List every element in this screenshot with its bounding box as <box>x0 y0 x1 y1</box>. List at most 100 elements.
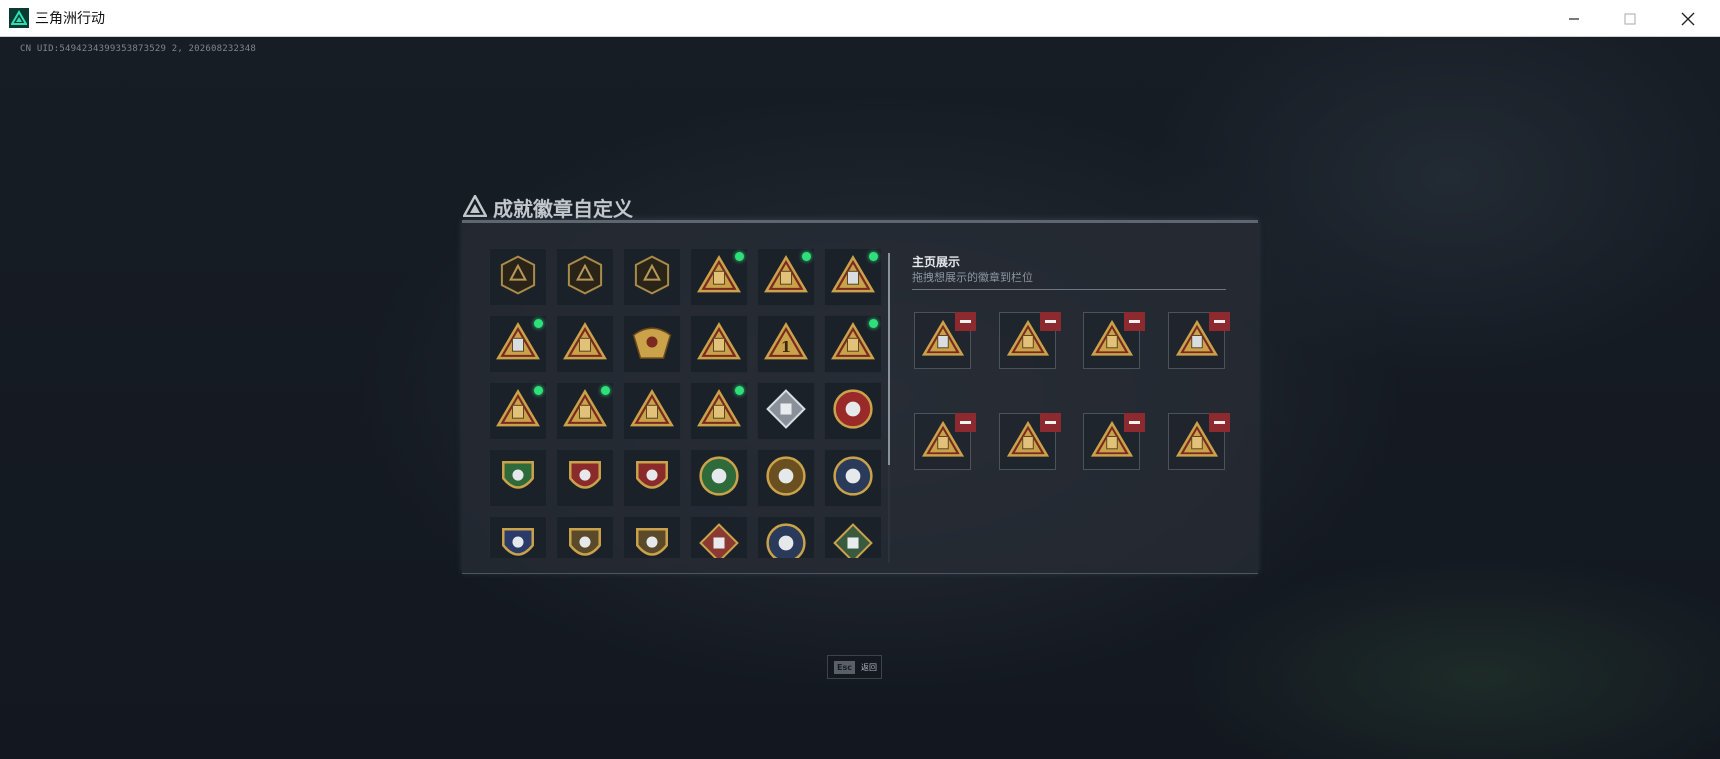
uid-label: CN UID:5494234399353873529 2, 2026082323… <box>20 44 256 54</box>
badge-cell[interactable] <box>556 449 614 507</box>
showcase-slot[interactable] <box>914 312 976 369</box>
remove-badge-button[interactable] <box>1124 312 1145 331</box>
eye-round-badge-icon <box>763 453 809 503</box>
esc-key-icon: Esc <box>834 660 855 674</box>
triangle-gold-badge-icon <box>696 386 742 436</box>
remove-badge-button[interactable] <box>1209 413 1230 432</box>
showcase-slot[interactable] <box>914 413 976 470</box>
badge-cell[interactable] <box>690 382 748 440</box>
badge-customize-dialog: 1 主页展示 拖拽想展示的徽章到栏位 <box>462 220 1258 574</box>
triangle-gold-badge-icon <box>495 386 541 436</box>
triangle-number-one-badge-icon: 1 <box>763 319 809 369</box>
triangle-gold-badge-icon <box>562 319 608 369</box>
badge-cell[interactable] <box>489 516 547 558</box>
remove-badge-button[interactable] <box>1124 413 1145 432</box>
badge-grid[interactable]: 1 <box>489 248 881 558</box>
helicopter-badge-icon <box>562 252 608 302</box>
badge-cell[interactable] <box>556 516 614 558</box>
badge-cell[interactable] <box>824 516 881 558</box>
badge-cell[interactable]: 1 <box>757 315 815 373</box>
minus-icon <box>960 320 971 323</box>
scrollbar-thumb[interactable] <box>888 253 890 465</box>
badge-cell[interactable] <box>757 248 815 306</box>
triangle-gold-badge-icon <box>830 319 876 369</box>
diamond-emblem-icon <box>629 252 675 302</box>
triangle-gold-badge-icon <box>763 252 809 302</box>
app-logo-icon <box>9 8 29 28</box>
badge-cell[interactable] <box>556 315 614 373</box>
showcase-slot[interactable] <box>1083 312 1145 369</box>
new-indicator-dot <box>735 386 744 395</box>
dialog-title: 成就徽章自定义 <box>493 197 633 221</box>
new-indicator-dot <box>869 252 878 261</box>
badge-cell[interactable] <box>623 516 681 558</box>
showcase-slot[interactable] <box>999 312 1061 369</box>
badge-cell[interactable] <box>623 449 681 507</box>
back-button[interactable]: Esc 返回 <box>827 655 882 679</box>
remove-badge-button[interactable] <box>955 312 976 331</box>
remove-badge-button[interactable] <box>1040 312 1061 331</box>
minus-icon <box>1129 320 1140 323</box>
badge-cell[interactable] <box>824 248 881 306</box>
window-titlebar: 三角洲行动 <box>0 0 1720 37</box>
triangle-silver-badge-icon <box>495 319 541 369</box>
silver-cube-badge-icon <box>763 386 809 436</box>
badge-cell[interactable] <box>489 315 547 373</box>
badge-cell[interactable] <box>757 449 815 507</box>
red-star-medal-icon <box>830 386 876 436</box>
eagle-crest-badge-icon <box>629 319 675 369</box>
badge-cell[interactable] <box>690 516 748 558</box>
badge-cell[interactable] <box>623 315 681 373</box>
showcase-subtitle: 拖拽想展示的徽章到栏位 <box>912 271 1033 284</box>
badge-cell[interactable] <box>489 382 547 440</box>
new-indicator-dot <box>601 386 610 395</box>
wing-shield-badge-icon <box>629 520 675 558</box>
dialog-header: 成就徽章自定义 <box>461 193 633 222</box>
beast-diamond-badge-icon <box>696 520 742 558</box>
badge-cell[interactable] <box>489 449 547 507</box>
showcase-slot[interactable] <box>1168 413 1230 470</box>
new-indicator-dot <box>534 386 543 395</box>
minus-icon <box>1129 421 1140 424</box>
showcase-title: 主页展示 <box>912 255 961 269</box>
badge-cell[interactable] <box>623 382 681 440</box>
badge-cell[interactable] <box>623 248 681 306</box>
maximize-button[interactable] <box>1602 0 1658 37</box>
svg-text:1: 1 <box>781 339 791 356</box>
remove-badge-button[interactable] <box>955 413 976 432</box>
triangle-gold-badge-icon <box>629 386 675 436</box>
minimize-button[interactable] <box>1546 0 1602 37</box>
badge-cell[interactable] <box>757 382 815 440</box>
remove-badge-button[interactable] <box>1209 312 1230 331</box>
showcase-divider <box>912 289 1226 290</box>
triangle-gold-badge-icon <box>696 252 742 302</box>
dragon-round-badge-icon <box>763 520 809 558</box>
delta-emblem-icon <box>495 252 541 302</box>
badge-cell[interactable] <box>824 382 881 440</box>
badge-cell[interactable] <box>690 315 748 373</box>
green-shield-badge-icon <box>495 453 541 503</box>
badge-cell[interactable] <box>556 382 614 440</box>
wolf-shield-badge-icon <box>495 520 541 558</box>
new-indicator-dot <box>869 319 878 328</box>
badge-cell[interactable] <box>690 248 748 306</box>
triangle-gold-badge-icon <box>562 386 608 436</box>
badge-cell[interactable] <box>824 315 881 373</box>
back-label: 返回 <box>860 662 877 672</box>
minus-icon <box>1214 320 1225 323</box>
new-indicator-dot <box>802 252 811 261</box>
badge-cell[interactable] <box>489 248 547 306</box>
close-button[interactable] <box>1660 0 1716 37</box>
badge-cell[interactable] <box>757 516 815 558</box>
badge-cell[interactable] <box>690 449 748 507</box>
triangle-silver-badge-icon <box>830 252 876 302</box>
showcase-slot[interactable] <box>1083 413 1145 470</box>
eagle-diamond-badge-icon <box>830 520 876 558</box>
showcase-slot[interactable] <box>1168 312 1230 369</box>
minus-icon <box>1214 421 1225 424</box>
showcase-slot[interactable] <box>999 413 1061 470</box>
badge-cell[interactable] <box>556 248 614 306</box>
remove-badge-button[interactable] <box>1040 413 1061 432</box>
window-title: 三角洲行动 <box>35 11 105 27</box>
badge-cell[interactable] <box>824 449 881 507</box>
